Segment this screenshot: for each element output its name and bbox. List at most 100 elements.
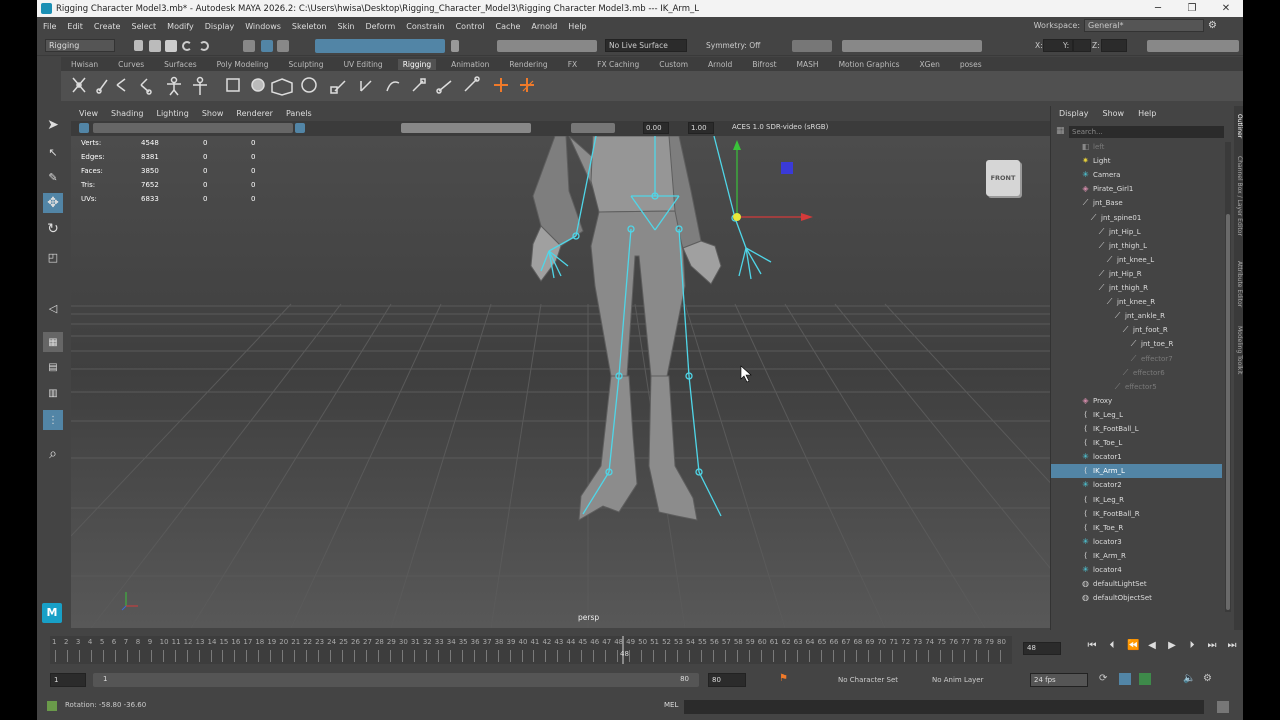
- shelf-tab-fx[interactable]: FX: [568, 60, 577, 69]
- menu-deform[interactable]: Deform: [366, 22, 396, 31]
- shelf-tab-arnold[interactable]: Arnold: [708, 60, 732, 69]
- z-field[interactable]: [1101, 39, 1127, 52]
- undo-icon[interactable]: [182, 41, 192, 51]
- outliner-menu-help[interactable]: Help: [1138, 109, 1156, 118]
- viewcube[interactable]: FRONT: [986, 160, 1020, 196]
- menuset-dropdown[interactable]: Rigging: [45, 39, 115, 52]
- menu-create[interactable]: Create: [94, 22, 121, 31]
- side-tab-channel-box[interactable]: Channel Box / Layer Editor: [1234, 156, 1243, 236]
- outliner-item[interactable]: ⟋ jnt_Hip_L: [1051, 225, 1222, 239]
- outliner-item[interactable]: ⟋ effector5: [1051, 380, 1222, 394]
- shelf-tab-curves[interactable]: Curves: [118, 60, 144, 69]
- script-editor-icon[interactable]: [47, 701, 57, 711]
- range-slider[interactable]: 1 80: [93, 673, 699, 687]
- menu-skin[interactable]: Skin: [338, 22, 355, 31]
- shelf-tab-poly-modeling[interactable]: Poly Modeling: [217, 60, 269, 69]
- shelf-tab-xgen[interactable]: XGen: [920, 60, 940, 69]
- xray-icons[interactable]: [571, 123, 615, 133]
- select-component-icon[interactable]: [277, 40, 289, 52]
- outliner-item[interactable]: ⟋ jnt_spine01: [1051, 211, 1222, 225]
- gamma-field[interactable]: 1.00: [688, 122, 714, 134]
- shelf-tab-poses[interactable]: poses: [960, 60, 982, 69]
- step-back-frame-icon[interactable]: ⏴: [1107, 640, 1117, 651]
- paint-select-tool-icon[interactable]: ✎: [43, 167, 63, 187]
- workspace-dropdown[interactable]: General*: [1084, 19, 1205, 32]
- render-icons[interactable]: [792, 40, 832, 52]
- create-joints-icon[interactable]: [72, 77, 86, 93]
- outliner-search-input[interactable]: Search...: [1069, 126, 1224, 138]
- anim-layer-dropdown[interactable]: No Anim Layer: [932, 676, 983, 684]
- outliner-item[interactable]: ⟨ IK_FootBall_R: [1051, 507, 1222, 521]
- save-scene-icon[interactable]: [165, 40, 177, 52]
- sound-icon[interactable]: 🔈: [1183, 673, 1195, 684]
- select-tool-icon[interactable]: ➤: [43, 115, 63, 135]
- shelf-tab-fx-caching[interactable]: FX Caching: [597, 60, 639, 69]
- outliner-item[interactable]: ⟨ IK_Toe_L: [1051, 436, 1222, 450]
- mel-label[interactable]: MEL: [664, 701, 678, 709]
- menu-select[interactable]: Select: [131, 22, 156, 31]
- viewport-menu-panels[interactable]: Panels: [286, 109, 312, 118]
- lasso-tool-icon[interactable]: ↖: [43, 142, 63, 162]
- four-view-icon[interactable]: ▤: [43, 357, 63, 377]
- go-to-start-icon[interactable]: ⏮: [1087, 640, 1097, 651]
- play-forwards-icon[interactable]: ▶: [1167, 640, 1177, 651]
- outliner-scrollbar[interactable]: [1225, 142, 1231, 612]
- shelf-tab-uv-editing[interactable]: UV Editing: [344, 60, 383, 69]
- aim-constraint-icon[interactable]: [436, 80, 452, 94]
- menu-control[interactable]: Control: [456, 22, 485, 31]
- auto-key-icon[interactable]: ⚑: [779, 673, 788, 684]
- locator-custom-icon[interactable]: [520, 78, 534, 92]
- shelf-tab-custom[interactable]: Custom: [659, 60, 688, 69]
- outliner-item[interactable]: ⟋ jnt_thigh_L: [1051, 239, 1222, 253]
- grid-toggle-icon[interactable]: [295, 123, 305, 133]
- move-tool-icon[interactable]: ✥: [43, 193, 63, 213]
- search-icon[interactable]: ⌕: [43, 444, 63, 464]
- outliner-item[interactable]: ✳ locator4: [1051, 563, 1222, 577]
- menu-windows[interactable]: Windows: [245, 22, 281, 31]
- shelf-tab-rigging[interactable]: Rigging: [397, 58, 437, 70]
- gear-icon[interactable]: ⚙: [1208, 20, 1217, 31]
- scale-tool-icon[interactable]: ◰: [43, 247, 63, 267]
- orient-constraint-icon[interactable]: [386, 81, 400, 92]
- new-scene-icon[interactable]: [134, 40, 143, 51]
- outliner-item[interactable]: ✳ Camera: [1051, 168, 1222, 182]
- lattice-icon[interactable]: [271, 78, 293, 96]
- scale-constraint-icon[interactable]: [412, 78, 426, 92]
- outliner-item[interactable]: ⟋ jnt_ankle_R: [1051, 309, 1222, 323]
- outliner-item[interactable]: ⟋ jnt_Base: [1051, 196, 1222, 210]
- point-constraint-icon[interactable]: [360, 80, 372, 92]
- exposure-field[interactable]: 0.00: [643, 122, 669, 134]
- outliner-item[interactable]: ⟨ IK_Arm_R: [1051, 549, 1222, 563]
- outliner-item[interactable]: ⟨ IK_FootBall_L: [1051, 422, 1222, 436]
- outliner-item[interactable]: ◈ Pirate_Girl1: [1051, 182, 1222, 196]
- go-to-end-icon[interactable]: ⏭: [1227, 640, 1237, 651]
- mask-icons[interactable]: [315, 39, 445, 53]
- menu-arnold[interactable]: Arnold: [531, 22, 557, 31]
- outliner-item[interactable]: ⟋ jnt_Hip_R: [1051, 267, 1222, 281]
- panel-tools-icons[interactable]: [93, 123, 293, 133]
- shading-icons[interactable]: [401, 123, 531, 133]
- outliner-item[interactable]: ⟋ jnt_foot_R: [1051, 323, 1222, 337]
- viewport-menu-show[interactable]: Show: [202, 109, 224, 118]
- script-editor-button-icon[interactable]: [1217, 701, 1229, 713]
- menu-skeleton[interactable]: Skeleton: [292, 22, 327, 31]
- select-object-icon[interactable]: [261, 40, 273, 52]
- paint-weights-icon[interactable]: [251, 78, 265, 92]
- menu-cache[interactable]: Cache: [496, 22, 521, 31]
- locator-plus-icon[interactable]: [494, 78, 508, 92]
- cluster-icon[interactable]: [301, 77, 317, 93]
- mirror-joint-icon[interactable]: [116, 78, 126, 92]
- last-tool-icon[interactable]: ◁: [43, 298, 63, 318]
- preferences-icon[interactable]: ⚙: [1203, 673, 1212, 684]
- menu-help[interactable]: Help: [568, 22, 586, 31]
- user-icons[interactable]: [1147, 40, 1239, 52]
- outliner-item[interactable]: ⟨ IK_Toe_R: [1051, 521, 1222, 535]
- outliner-item[interactable]: ◍ defaultLightSet: [1051, 577, 1222, 591]
- colorspace-dropdown[interactable]: ACES 1.0 SDR-video (sRGB): [729, 122, 853, 134]
- loop-icon[interactable]: ⟳: [1099, 673, 1107, 684]
- rotate-tool-icon[interactable]: ↻: [43, 219, 63, 239]
- humanik-icon[interactable]: [167, 76, 181, 96]
- outliner-item[interactable]: ⟋ effector7: [1051, 352, 1222, 366]
- menu-file[interactable]: File: [43, 22, 56, 31]
- menu-display[interactable]: Display: [205, 22, 235, 31]
